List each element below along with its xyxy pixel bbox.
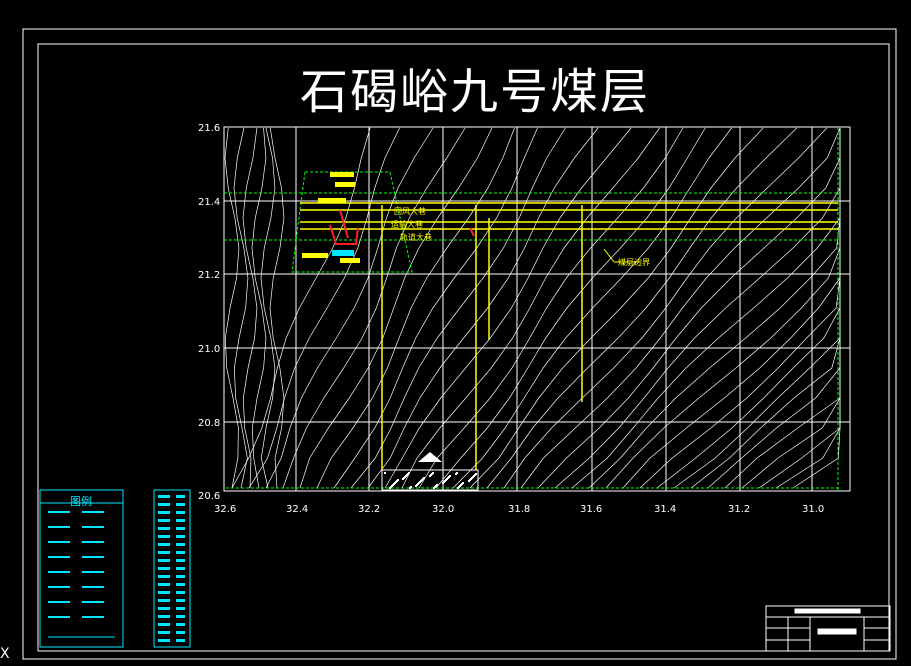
y-label-21-4: 21.4 (198, 197, 220, 208)
title-block (765, 605, 891, 652)
y-label-21-2: 21.2 (198, 270, 220, 281)
x-label-31-4: 31.4 (654, 504, 676, 515)
roadways (300, 202, 838, 470)
corner-mark: X (0, 646, 10, 662)
x-label-31-6: 31.6 (580, 504, 602, 515)
coal-boundary-label: 煤层边界 (618, 257, 650, 267)
x-label-31-0: 31.0 (802, 504, 824, 515)
legend-title: 图例 (70, 495, 92, 508)
site-hatching (384, 472, 477, 489)
x-label-32-6: 32.6 (214, 504, 236, 515)
x-label-32-2: 32.2 (358, 504, 380, 515)
symbol-rows (158, 495, 185, 642)
x-label-32-4: 32.4 (286, 504, 308, 515)
contour-map: 回风大巷 运输大巷 轨道大巷 煤层边界 21.6 21.4 21.2 21.0 … (198, 123, 851, 515)
shaft-workings (302, 172, 475, 263)
drawing-title: 石碣峪九号煤层 (300, 64, 651, 120)
roadway-label-return: 回风大巷 (394, 206, 426, 216)
legend-symbols (48, 511, 115, 638)
y-label-21-6: 21.6 (198, 123, 220, 134)
x-label-31-8: 31.8 (508, 504, 530, 515)
roadway-label-track: 轨道大巷 (400, 232, 432, 242)
map-border (223, 126, 851, 492)
legend-panel (39, 489, 124, 648)
grid-lines (223, 126, 850, 492)
y-label-20-8: 20.8 (198, 418, 220, 429)
y-label-20-6: 20.6 (198, 491, 220, 502)
x-label-32-0: 32.0 (432, 504, 454, 515)
roadway-label-haulage: 运输大巷 (391, 219, 423, 229)
contour-lines (224, 127, 841, 489)
coal-boundary (224, 127, 840, 490)
x-label-31-2: 31.2 (728, 504, 750, 515)
symbol-table (153, 489, 191, 648)
y-label-21-0: 21.0 (198, 344, 220, 355)
